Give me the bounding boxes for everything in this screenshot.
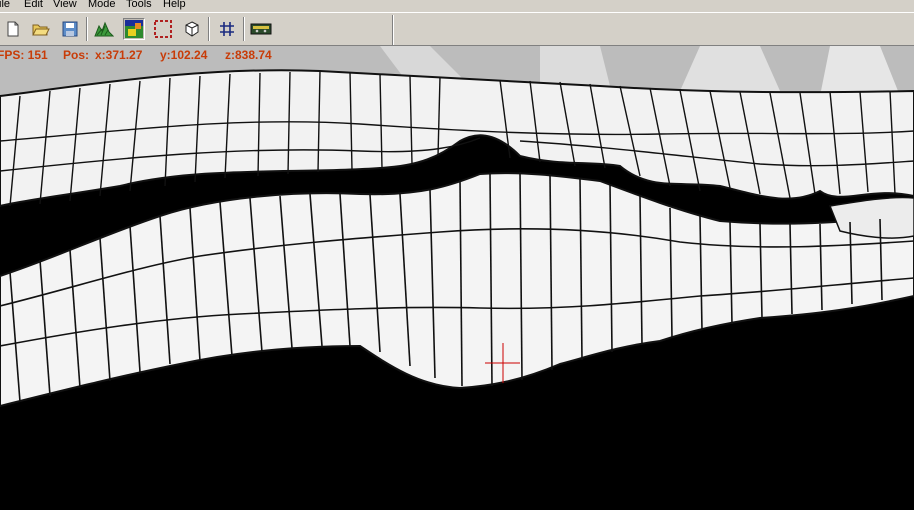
menu-bar: ile Edit View Mode Tools Help [0, 0, 914, 12]
open-folder-icon [32, 24, 50, 36]
menu-edit[interactable]: Edit [24, 0, 43, 10]
menu-tools[interactable]: Tools [126, 0, 152, 10]
pos-x-readout: x:371.27 [95, 48, 143, 62]
selection-button[interactable] [152, 18, 174, 40]
color-map-icon [125, 20, 143, 38]
open-folder-button[interactable] [30, 18, 52, 40]
terrain-icon [94, 21, 114, 37]
pos-z-readout: z:838.74 [225, 48, 272, 62]
menu-file[interactable]: ile [0, 0, 10, 10]
terrain-scene [0, 46, 914, 408]
cube-button[interactable] [181, 18, 203, 40]
pos-label: Pos: [63, 48, 90, 62]
fps-readout: FPS: 151 [0, 48, 48, 62]
menu-help[interactable]: Help [163, 0, 186, 10]
cassette-button[interactable] [250, 18, 272, 40]
grid-icon [220, 22, 234, 36]
save-button[interactable] [59, 18, 81, 40]
cassette-icon [250, 23, 272, 35]
menu-mode[interactable]: Mode [88, 0, 116, 10]
status-overlay: FPS: 151 Pos: x:371.27 y:102.24 z:838.74 [0, 46, 914, 64]
pos-y-readout: y:102.24 [160, 48, 208, 62]
toolbar-separator [208, 17, 210, 41]
grid-button[interactable] [216, 18, 238, 40]
toolbar-separator [243, 17, 245, 41]
selection-icon [154, 20, 172, 38]
toolbar [0, 12, 914, 46]
terrain-button[interactable] [93, 18, 115, 40]
toolbar-end-divider [392, 15, 394, 45]
cube-icon [185, 21, 199, 37]
color-map-button[interactable] [123, 18, 145, 40]
toolbar-separator [86, 17, 88, 41]
save-disk-icon [62, 21, 78, 37]
new-file-button[interactable] [2, 18, 24, 40]
3d-viewport[interactable]: FPS: 151 Pos: x:371.27 y:102.24 z:838.74 [0, 46, 914, 510]
new-file-icon [7, 21, 19, 37]
menu-view[interactable]: View [53, 0, 77, 10]
